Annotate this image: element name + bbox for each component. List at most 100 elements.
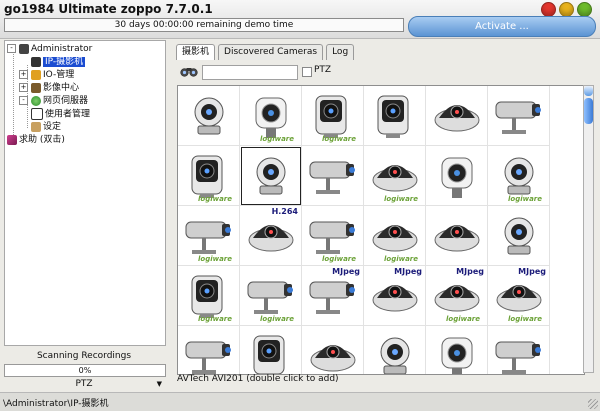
camera-model-tile[interactable] — [364, 86, 426, 146]
camera-model-tile[interactable] — [178, 326, 240, 374]
tree-item-label: IO-管理 — [43, 70, 75, 80]
tree-item-help[interactable]: 求助 (双击) — [7, 134, 65, 147]
network-camera-icon — [441, 157, 473, 198]
tree-item-web-server[interactable]: - 网页伺服器 — [19, 95, 88, 108]
brand-logo: logiware — [322, 255, 357, 263]
close-button[interactable] — [541, 2, 556, 17]
tab-log[interactable]: Log — [326, 44, 355, 60]
camera-model-tile[interactable] — [240, 326, 302, 374]
title-bar: go1984 Ultimate zoppo 7.7.0.1 30 days 00… — [0, 0, 600, 39]
collapse-toggle[interactable]: - — [19, 96, 28, 105]
camera-model-tile[interactable] — [426, 86, 488, 146]
camera-model-tile[interactable]: logiware — [178, 146, 240, 206]
status-bar: \Administrator\IP-摄影机 — [0, 392, 600, 411]
scanning-progress-text: 0% — [78, 366, 92, 375]
scroll-thumb[interactable] — [584, 98, 593, 124]
codec-badge: MJpeg — [332, 267, 360, 276]
camera-model-tile[interactable]: logiware — [364, 206, 426, 266]
camera-model-tile[interactable]: logiware — [178, 266, 240, 326]
camera-model-tile[interactable] — [426, 206, 488, 266]
camera-icon — [31, 56, 41, 67]
minimize-button[interactable] — [559, 2, 574, 17]
ptz-camera-icon — [256, 157, 286, 195]
brand-logo: logiware — [446, 315, 481, 323]
tree-guide-line — [13, 51, 14, 135]
camera-model-tile[interactable] — [488, 86, 550, 146]
camera-model-tile[interactable] — [488, 206, 550, 266]
tree-item-io[interactable]: + IO-管理 — [19, 69, 74, 82]
codec-badge: MJpeg — [394, 267, 422, 276]
tree-item-settings[interactable]: 设定 — [31, 121, 61, 134]
camera-model-tile[interactable]: MJpeg — [364, 266, 426, 326]
camera-model-tile[interactable] — [488, 326, 550, 374]
tree-item-label: IP-摄影机 — [43, 57, 86, 67]
io-icon — [31, 69, 41, 80]
tree-item-video-center[interactable]: + 影像中心 — [19, 82, 79, 95]
ptz-dropdown[interactable]: PTZ ▼ — [4, 378, 164, 390]
tree-item-label: 影像中心 — [43, 83, 80, 93]
expand-toggle[interactable]: + — [19, 70, 28, 79]
brand-logo: logiware — [322, 135, 357, 143]
tree-item-label: 使用者管理 — [45, 109, 91, 120]
tree-item-user-management[interactable]: 使用者管理 — [31, 108, 90, 121]
camera-model-tile[interactable]: logiware — [488, 146, 550, 206]
brand-logo: logiware — [384, 255, 419, 263]
camera-model-tile[interactable] — [302, 326, 364, 374]
camera-model-tile[interactable]: logiware — [240, 266, 302, 326]
settings-icon — [31, 121, 41, 132]
bullet-camera-icon — [185, 341, 231, 374]
tree-item-label: 设定 — [43, 122, 62, 132]
camera-model-tile[interactable]: logiware — [302, 86, 364, 146]
ptz-checkbox[interactable] — [302, 67, 312, 77]
ptz-checkbox-label: PTZ — [314, 65, 332, 75]
camera-model-tile[interactable] — [426, 146, 488, 206]
brand-logo: logiware — [384, 195, 419, 203]
camera-model-tile[interactable] — [364, 326, 426, 374]
admin-icon — [19, 43, 29, 54]
zoom-button[interactable] — [577, 2, 592, 17]
binoculars-icon[interactable] — [180, 65, 198, 77]
ptz-camera-icon — [194, 97, 224, 135]
dome-camera-icon — [434, 225, 480, 252]
collapse-toggle[interactable]: - — [7, 44, 16, 53]
scanning-recordings-label: Scanning Recordings — [36, 351, 132, 361]
bullet-camera-icon — [309, 161, 355, 194]
tree-item-administrator[interactable]: - Administrator — [7, 43, 92, 56]
chevron-down-icon: ▼ — [156, 380, 162, 388]
camera-model-tile[interactable] — [178, 86, 240, 146]
camera-model-tile[interactable]: logiware — [302, 206, 364, 266]
camera-model-tile[interactable]: logiware — [178, 206, 240, 266]
brand-logo: logiware — [260, 135, 295, 143]
scanning-progress-bar: 0% — [4, 364, 166, 377]
grid-scrollbar[interactable] — [583, 85, 594, 373]
camera-model-tile[interactable]: MJpeg logiware — [488, 266, 550, 326]
scroll-up-icon[interactable] — [584, 86, 593, 96]
camera-model-tile[interactable]: MJpeg — [302, 266, 364, 326]
camera-model-tile[interactable] — [302, 146, 364, 206]
camera-model-grid: logiware logiware logiware logiware logiware… — [177, 85, 585, 375]
camera-toolstrip: PTZ — [174, 60, 598, 84]
camera-search-input[interactable] — [202, 65, 298, 80]
ptz-dropdown-value: PTZ — [75, 379, 93, 389]
resize-grip-icon[interactable] — [588, 399, 598, 409]
tab-cameras[interactable]: 摄影机 — [176, 44, 216, 60]
tab-discovered-cameras[interactable]: Discovered Cameras — [218, 44, 324, 60]
camera-model-tile[interactable]: logiware — [364, 146, 426, 206]
camera-model-tile[interactable]: logiware — [240, 86, 302, 146]
camera-model-tile[interactable] — [426, 326, 488, 374]
tree-item-ip-cameras[interactable]: IP-摄影机 — [31, 56, 86, 69]
expand-toggle[interactable]: + — [19, 83, 28, 92]
box-camera-icon — [253, 335, 285, 374]
camera-model-grid-cells: logiware logiware logiware logiware logiware… — [178, 86, 584, 374]
tree-item-label: Administrator — [31, 44, 93, 54]
box-camera-icon — [377, 95, 409, 138]
camera-model-tile[interactable]: H.264 — [240, 206, 302, 266]
brand-logo: logiware — [508, 315, 543, 323]
brand-logo: logiware — [508, 195, 543, 203]
users-icon — [31, 108, 43, 120]
navigation-tree: - Administrator IP-摄影机 + IO-管理 + 影像中心 - 网页伺服… — [4, 40, 166, 346]
activate-button[interactable]: Activate ... — [408, 16, 596, 37]
camera-model-tile[interactable]: MJpeg logiware — [426, 266, 488, 326]
codec-badge: MJpeg — [456, 267, 484, 276]
camera-model-tile[interactable] — [240, 146, 302, 206]
